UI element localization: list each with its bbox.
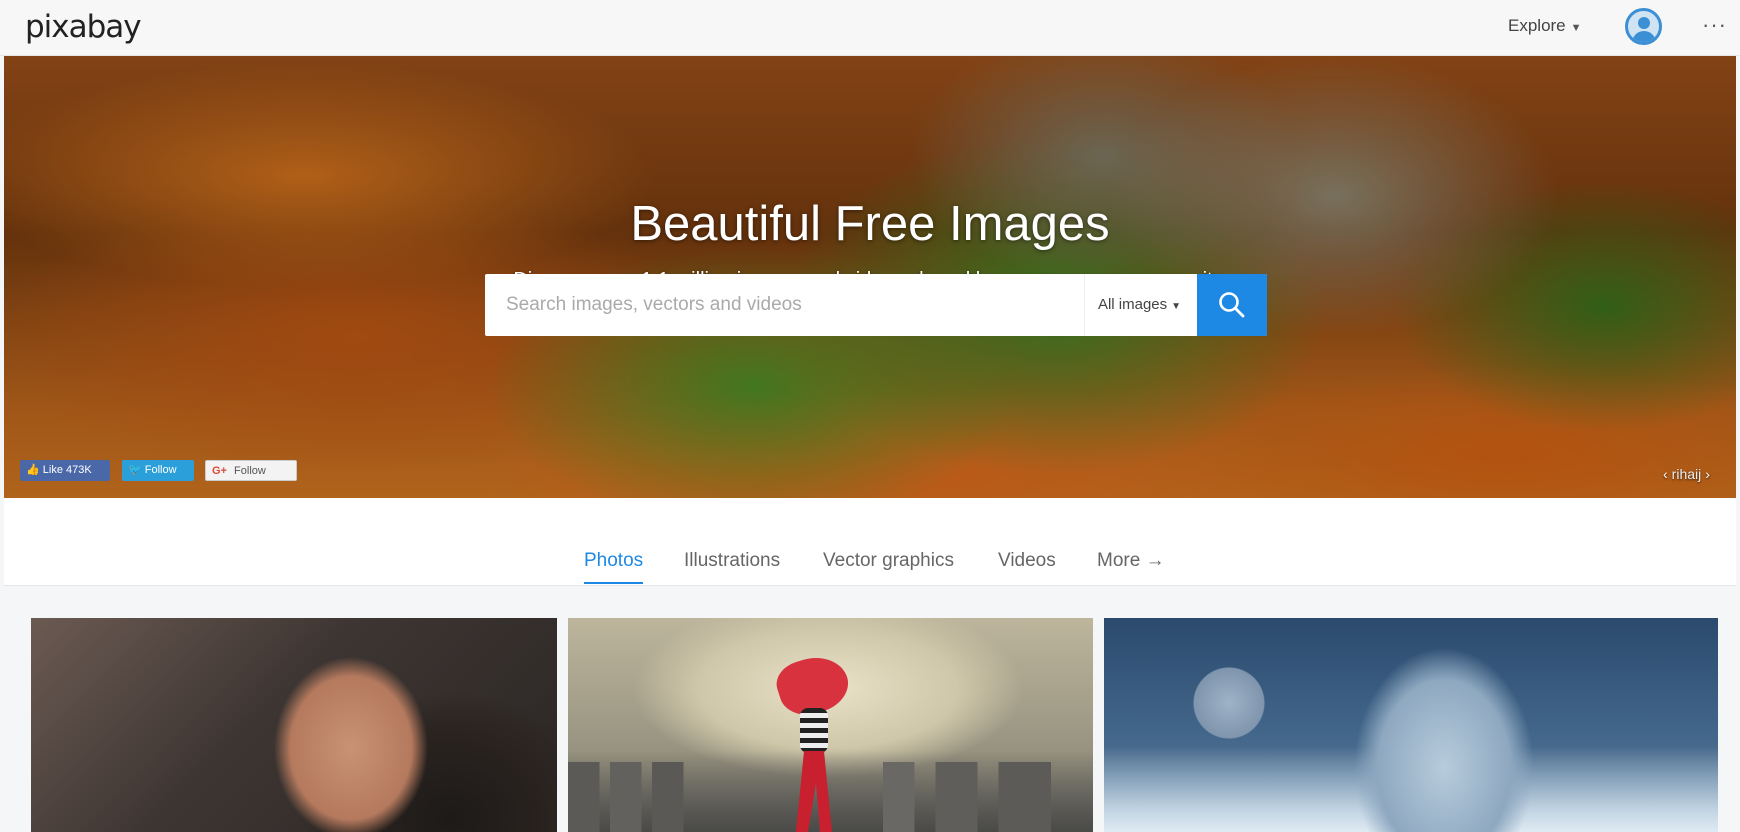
facebook-like-label: Like 473K [42, 464, 92, 476]
twitter-follow-label: Follow [144, 464, 177, 476]
figure-body-shape [800, 708, 828, 753]
google-plus-follow-label: Follow [234, 465, 266, 477]
user-avatar-icon[interactable] [1625, 8, 1662, 45]
image-grid [0, 586, 1740, 832]
credit-author[interactable]: rihaij [1672, 466, 1702, 482]
more-dots-icon[interactable]: ··· [1702, 12, 1727, 38]
image-thumbnail[interactable] [31, 618, 557, 832]
caret-down-icon: ▼ [1171, 301, 1182, 312]
search-icon [1219, 292, 1245, 318]
tab-more[interactable]: More → [1097, 550, 1165, 582]
chevron-right-icon[interactable]: › [1705, 466, 1710, 482]
avatar-head [1638, 17, 1650, 29]
media-type-tabs: Photos Illustrations Vector graphics Vid… [4, 498, 1736, 586]
explore-label: Explore [1508, 16, 1566, 35]
google-plus-follow-button[interactable]: G+ Follow [205, 460, 297, 481]
image-credit[interactable]: ‹ rihaij › [1659, 466, 1714, 482]
facebook-like-button[interactable]: 👍 Like 473K [20, 460, 110, 481]
hero-title: Beautiful Free Images [630, 197, 1110, 251]
search-type-dropdown[interactable]: All images ▼ [1084, 274, 1194, 336]
search-bar: All images▼ [485, 274, 1267, 336]
twitter-bird-icon: 🐦 [128, 464, 142, 476]
image-thumbnail[interactable] [1104, 618, 1718, 832]
search-button[interactable] [1197, 274, 1267, 336]
tab-illustrations[interactable]: Illustrations [684, 550, 780, 582]
tab-videos[interactable]: Videos [998, 550, 1056, 582]
tab-vector-graphics[interactable]: Vector graphics [823, 550, 954, 582]
caret-down-icon: ▼ [1570, 22, 1582, 34]
search-input[interactable] [485, 274, 1083, 336]
twitter-follow-button[interactable]: 🐦 Follow [122, 460, 194, 481]
thumbs-up-icon: 👍 [26, 464, 40, 476]
avatar-body [1632, 31, 1656, 42]
tab-photos[interactable]: Photos [584, 550, 644, 584]
explore-menu[interactable]: Explore ▼ [1508, 16, 1582, 36]
image-thumbnail[interactable] [568, 618, 1093, 832]
hero-banner: Beautiful Free Images Discover over 1.1 … [4, 56, 1736, 498]
chevron-left-icon[interactable]: ‹ [1663, 466, 1668, 482]
google-plus-icon: G+ [212, 465, 227, 477]
pixabay-logo[interactable]: pixabay [25, 9, 142, 45]
search-type-label: All images [1097, 296, 1168, 313]
top-bar: pixabay Explore ▼ ··· [0, 0, 1740, 56]
